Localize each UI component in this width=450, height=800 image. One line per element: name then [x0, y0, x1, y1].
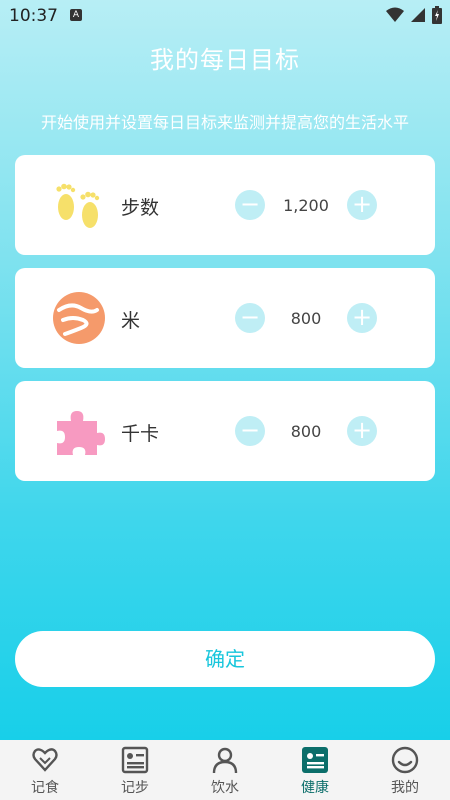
app-screen: 10:37 A 我的每日目标 开始使用并设置每日目标来监测并提高您的生活水平 步…	[0, 0, 450, 740]
health-card-icon	[302, 747, 328, 773]
nav-label: 记食	[31, 780, 59, 796]
nav-item-health[interactable]: 健康	[270, 740, 360, 800]
confirm-button[interactable]: 确定	[15, 631, 435, 687]
route-icon	[53, 292, 105, 344]
nav-item-food[interactable]: 记食	[0, 740, 90, 800]
goal-card-meters: 米 − 800 +	[15, 268, 435, 368]
nav-label: 我的	[391, 780, 419, 796]
smiley-icon	[391, 746, 419, 774]
goal-value: 800	[290, 422, 322, 441]
wifi-icon	[386, 7, 404, 22]
page-title: 我的每日目标	[150, 46, 300, 74]
status-time: 10:37	[9, 6, 58, 26]
list-card-icon	[121, 746, 149, 774]
decrease-button[interactable]: −	[235, 416, 265, 446]
nav-label: 记步	[121, 780, 149, 796]
goal-label: 步数	[121, 197, 160, 219]
goal-label: 米	[121, 310, 141, 332]
puzzle-icon	[57, 411, 105, 455]
battery-icon	[432, 6, 442, 24]
nav-label: 饮水	[211, 780, 239, 796]
goal-card-steps: 步数 − 1,200 +	[15, 155, 435, 255]
status-bar: 10:37 A	[0, 0, 450, 32]
notification-badge: A	[70, 9, 82, 21]
footprints-icon	[56, 183, 100, 228]
person-icon	[212, 747, 238, 774]
decrease-button[interactable]: −	[235, 190, 265, 220]
increase-button[interactable]: +	[347, 303, 377, 333]
goal-label: 千卡	[121, 423, 160, 445]
signal-icon	[411, 8, 425, 22]
increase-button[interactable]: +	[347, 416, 377, 446]
goal-value: 800	[290, 309, 322, 328]
heart-icon	[32, 748, 58, 772]
goal-card-kcal: 千卡 − 800 +	[15, 381, 435, 481]
page-subtitle: 开始使用并设置每日目标来监测并提高您的生活水平	[40, 113, 409, 132]
nav-item-mine[interactable]: 我的	[360, 740, 450, 800]
nav-label: 健康	[301, 780, 329, 796]
status-icons	[386, 6, 442, 24]
nav-item-steps[interactable]: 记步	[90, 740, 180, 800]
increase-button[interactable]: +	[347, 190, 377, 220]
bottom-nav: 记食 记步 饮水 健康 我的	[0, 740, 450, 800]
goal-value: 1,200	[283, 196, 329, 215]
decrease-button[interactable]: −	[235, 303, 265, 333]
nav-item-water[interactable]: 饮水	[180, 740, 270, 800]
